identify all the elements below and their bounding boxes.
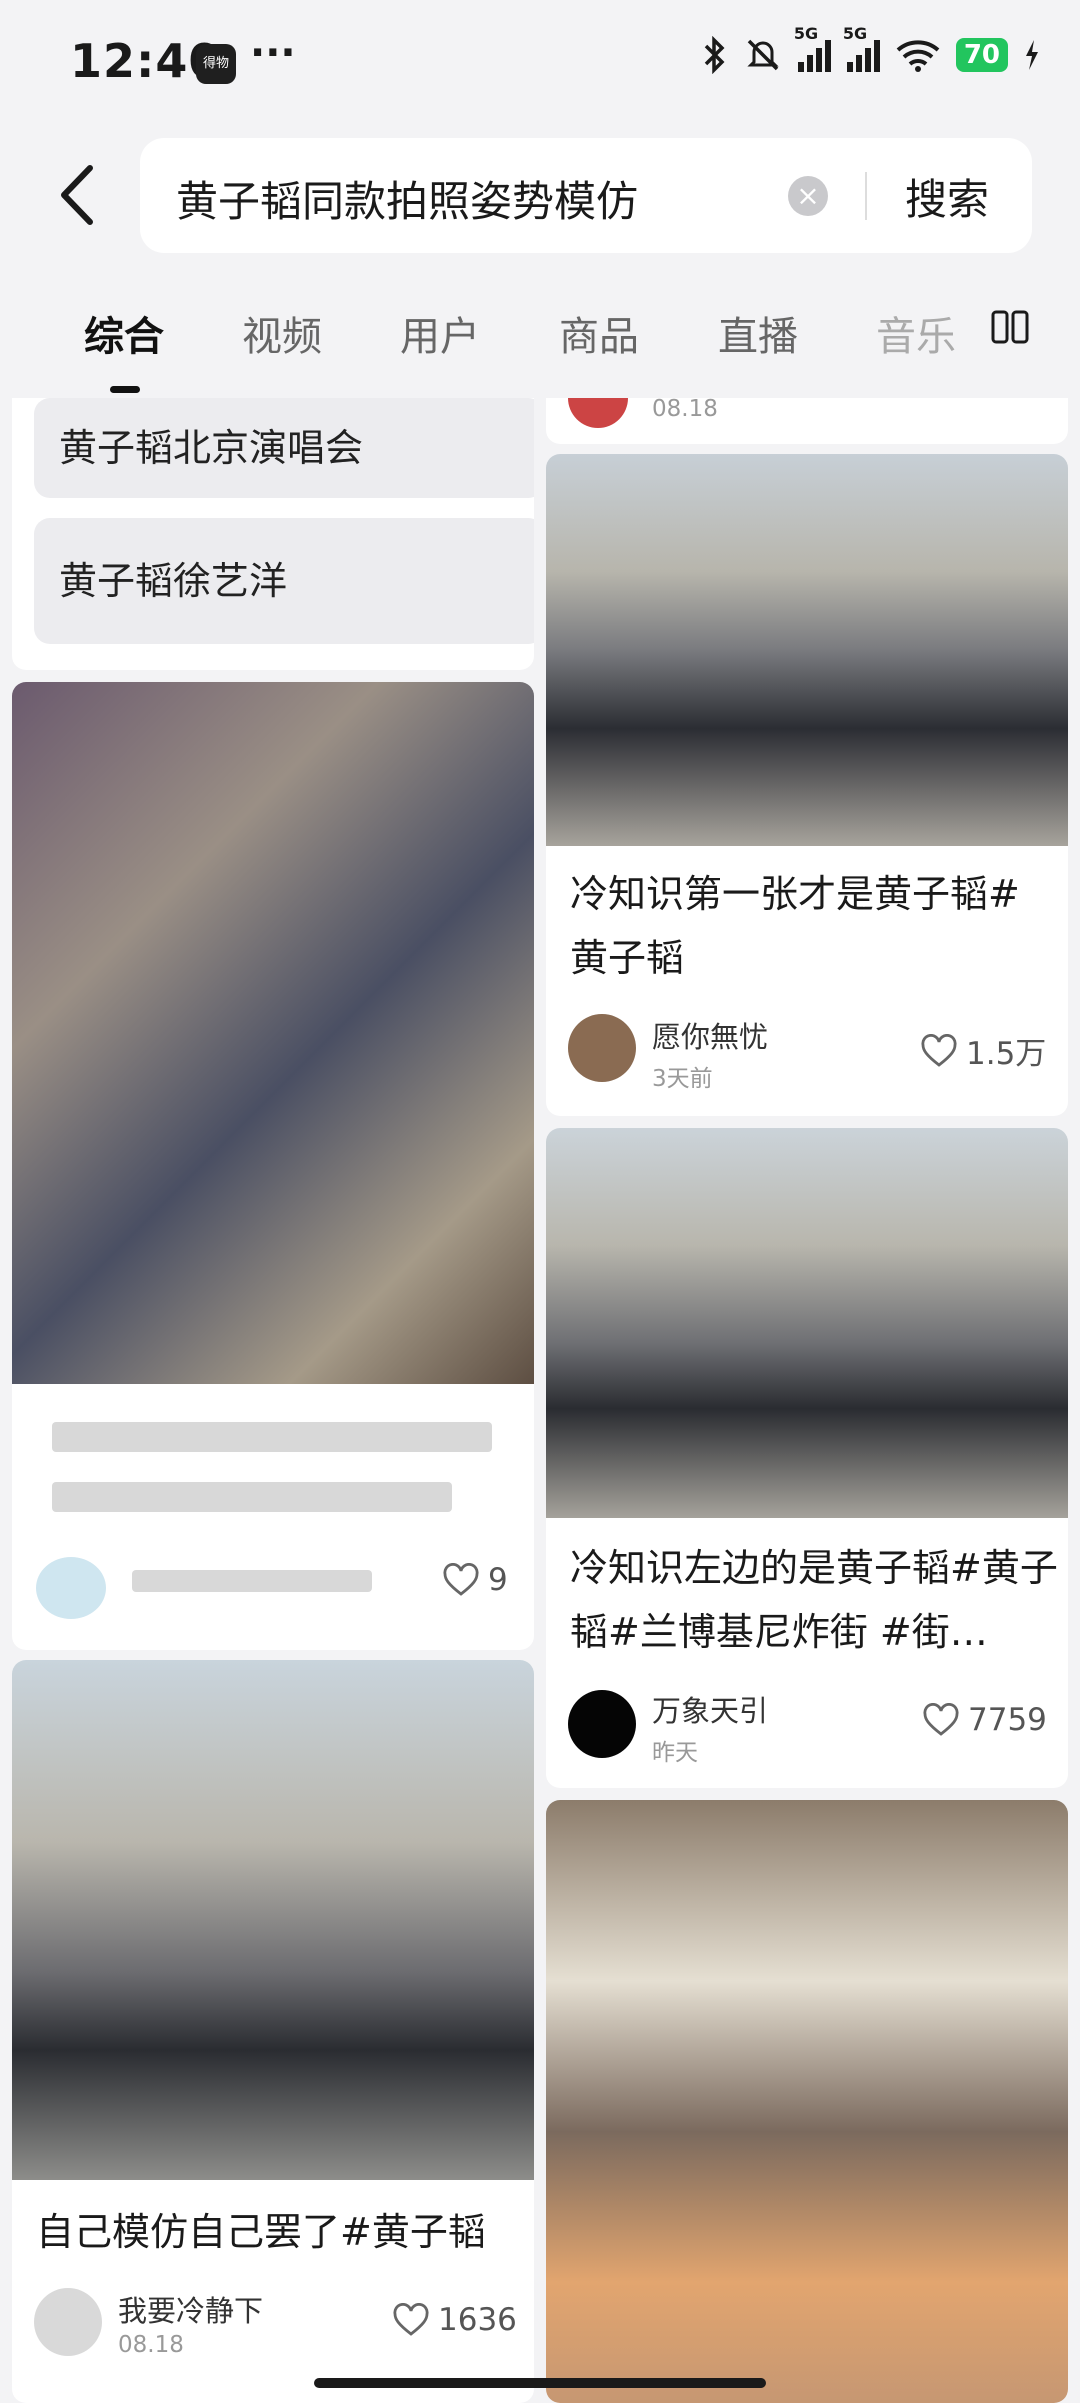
related-search-item[interactable]: 黄子韬徐艺洋 [34, 518, 534, 644]
tab-video[interactable]: 视频 [242, 304, 322, 362]
layout-toggle-icon[interactable] [990, 308, 1030, 348]
bluetooth-icon [704, 36, 725, 74]
avatar[interactable] [36, 1557, 106, 1619]
avatar [568, 398, 628, 428]
status-bar: 12:40 得物 ··· 5G 5G 70 [0, 0, 1080, 125]
post-title: 冷知识第一张才是黄子韬#黄子韬 [570, 872, 1020, 980]
post-image-blurred [12, 682, 534, 1384]
like-count[interactable]: 1.5万 [920, 1028, 1046, 1073]
post-card[interactable]: 9 [12, 682, 534, 1650]
post-card[interactable]: 冷知识左边的是黄子韬#黄子韬#兰博基尼炸街 #街… 万象天引 昨天 7759 [546, 1128, 1068, 1788]
category-tabs: 综合 视频 用户 商品 直播 音乐 [0, 290, 1080, 400]
post-date: 08.18 [652, 398, 718, 422]
post-time: 昨天 [652, 1740, 698, 1766]
tab-all[interactable]: 综合 [84, 304, 164, 362]
heart-icon [921, 1033, 957, 1067]
post-image [546, 454, 1068, 846]
post-card[interactable]: 冷知识第一张才是黄子韬#黄子韬 愿你無忧 3天前 1.5万 [546, 454, 1068, 1116]
post-time: 3天前 [652, 1066, 713, 1092]
author-name[interactable]: 愿你無忧 [652, 1014, 768, 1056]
like-count[interactable]: 1636 [392, 2302, 517, 2338]
search-input[interactable]: 黄子韬同款拍照姿势模仿 [176, 168, 638, 229]
battery-indicator: 70 [955, 38, 1008, 72]
post-title: 自己模仿自己罢了#黄子韬 [36, 2210, 486, 2254]
clear-search-icon[interactable]: × [788, 176, 828, 216]
post-card-fragment[interactable]: 08.18 [546, 398, 1068, 444]
back-arrow-icon[interactable] [50, 160, 110, 230]
post-image [12, 1660, 534, 2180]
home-indicator[interactable] [314, 2378, 766, 2388]
active-tab-indicator [110, 386, 140, 393]
search-bar[interactable]: 黄子韬同款拍照姿势模仿 × 搜索 [140, 138, 1032, 253]
more-notifications-icon: ··· [250, 30, 296, 76]
tab-music[interactable]: 音乐 [876, 304, 956, 362]
post-image-blurred [546, 1800, 1068, 2403]
app-notification-icon: 得物 [196, 44, 236, 84]
post-title: 冷知识左边的是黄子韬#黄子韬#兰博基尼炸街 #街… [570, 1546, 1058, 1654]
tab-products[interactable]: 商品 [559, 304, 639, 362]
system-icons: 5G 5G 70 [702, 24, 1040, 74]
heart-icon [393, 2303, 429, 2336]
search-divider [865, 172, 867, 220]
signal-5g-icon-1: 5G [794, 24, 831, 72]
post-card[interactable] [546, 1800, 1068, 2403]
post-title-blurred [52, 1422, 492, 1452]
tab-users[interactable]: 用户 [400, 304, 480, 362]
post-card[interactable]: 自己模仿自己罢了#黄子韬 我要冷静下 08.18 1636 [12, 1660, 534, 2403]
post-date: 08.18 [118, 2332, 184, 2358]
avatar[interactable] [34, 2288, 102, 2356]
charging-icon [1026, 40, 1038, 70]
heart-icon [923, 1703, 959, 1736]
related-search-item[interactable]: 黄子韬北京演唱会 [34, 398, 534, 498]
author-name[interactable]: 我要冷静下 [118, 2288, 263, 2330]
wifi-icon [896, 40, 940, 72]
like-count[interactable]: 9 [442, 1562, 508, 1598]
like-count[interactable]: 7759 [922, 1702, 1047, 1738]
mute-icon [747, 39, 779, 71]
search-button[interactable]: 搜索 [905, 166, 989, 227]
post-title-blurred [52, 1482, 452, 1512]
related-search-card: 黄子韬北京演唱会 黄子韬徐艺洋 [12, 398, 534, 670]
avatar[interactable] [568, 1014, 636, 1082]
heart-icon [443, 1563, 479, 1596]
signal-5g-icon-2: 5G [843, 24, 880, 72]
post-image [546, 1128, 1068, 1518]
author-name[interactable]: 万象天引 [652, 1688, 768, 1730]
avatar[interactable] [568, 1690, 636, 1758]
author-name-blurred [132, 1570, 372, 1592]
tab-live[interactable]: 直播 [718, 304, 798, 362]
